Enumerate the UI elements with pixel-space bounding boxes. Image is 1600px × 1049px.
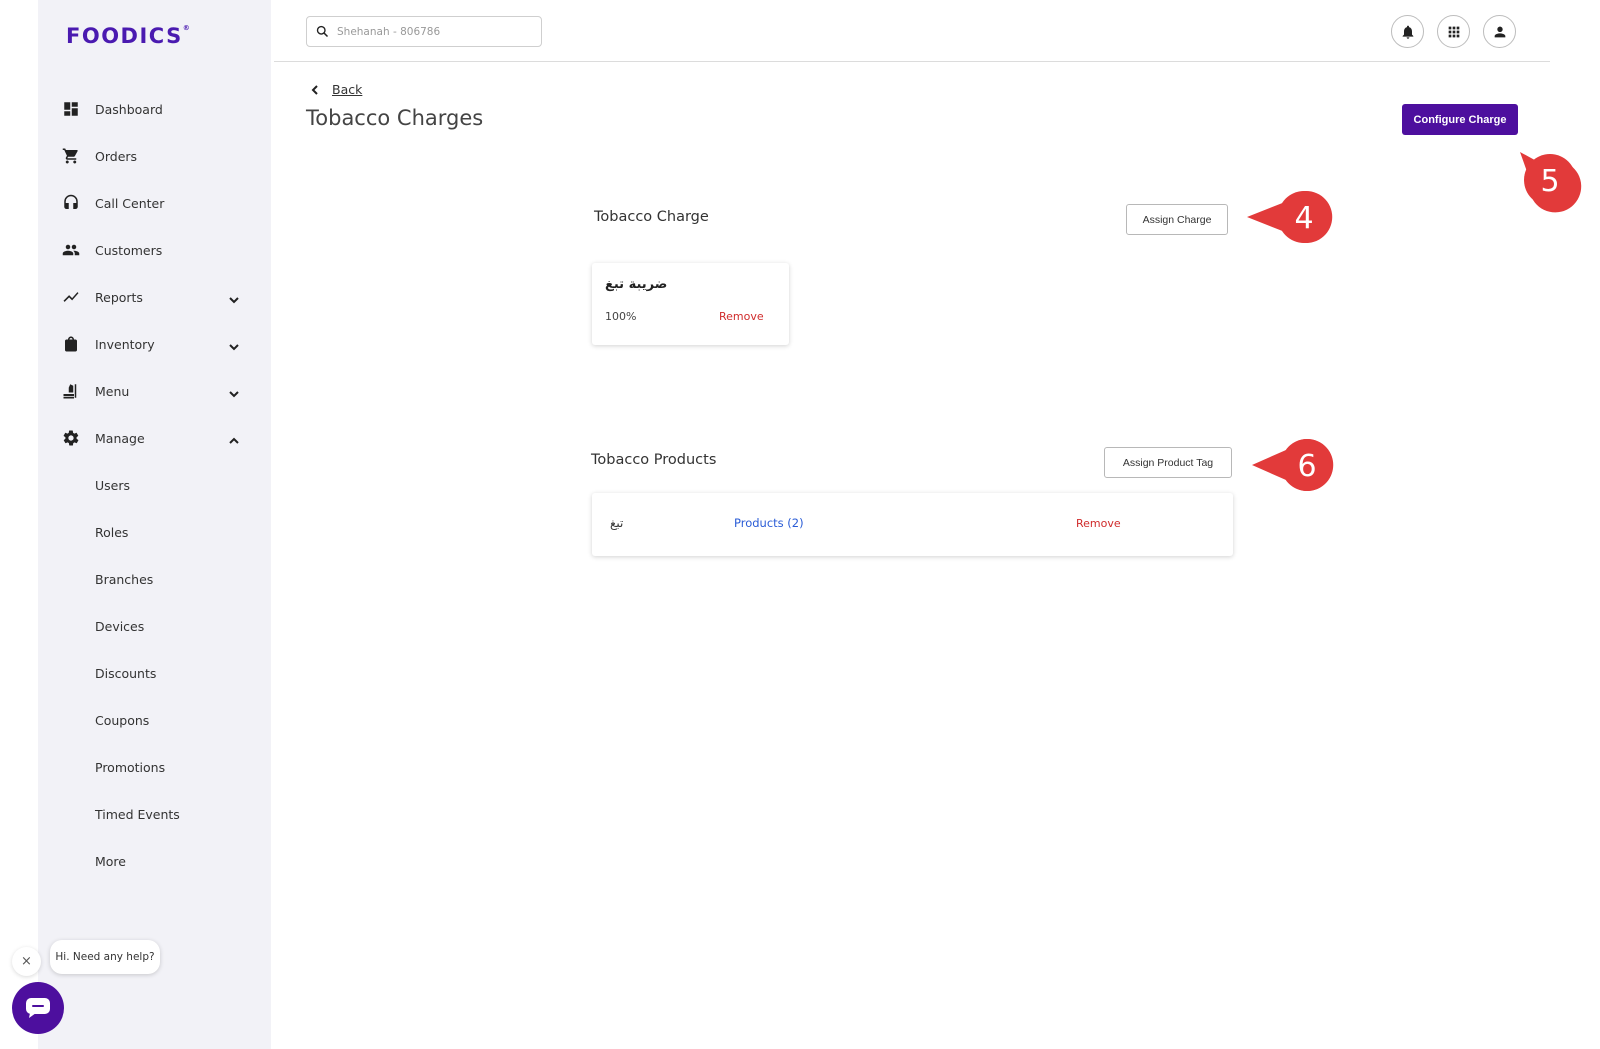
- menu-food-icon: [62, 382, 80, 400]
- remove-tag-button[interactable]: Remove: [1076, 517, 1121, 530]
- gear-icon: [62, 429, 80, 447]
- sidebar-item-menu[interactable]: Menu: [38, 371, 271, 411]
- chevron-left-icon: [310, 84, 320, 96]
- sidebar-item-label: Dashboard: [95, 101, 163, 117]
- products-link[interactable]: Products (2): [734, 516, 804, 530]
- sidebar-item-inventory[interactable]: Inventory: [38, 324, 271, 364]
- marker-number: 5: [1540, 164, 1559, 199]
- chat-greeting[interactable]: Hi. Need any help?: [50, 940, 160, 974]
- back-link-label[interactable]: Back: [332, 82, 362, 97]
- foodics-logo[interactable]: FOODICS®: [66, 24, 190, 48]
- sidebar-item-dashboard[interactable]: Dashboard: [38, 89, 271, 129]
- charge-value: 100%: [605, 310, 637, 323]
- sidebar-item-label: Discounts: [95, 665, 157, 681]
- dashboard-icon: [62, 100, 80, 118]
- header-divider: [274, 61, 1550, 62]
- search-input[interactable]: Shehanah - 806786: [306, 16, 542, 47]
- sidebar-item-promotions[interactable]: Promotions: [38, 747, 271, 787]
- sidebar-item-label: Coupons: [95, 712, 150, 728]
- bag-icon: [62, 335, 80, 353]
- annotation-marker-6: 6: [1250, 437, 1340, 497]
- product-tag-row: تبغ Products (2) Remove: [592, 493, 1233, 556]
- sidebar-item-label: Menu: [95, 383, 130, 399]
- back-link[interactable]: Back: [310, 82, 362, 97]
- sidebar-item-label: Devices: [95, 618, 145, 634]
- notifications-button[interactable]: [1391, 15, 1424, 48]
- sidebar: FOODICS® Dashboard Orders Call Center Cu…: [38, 0, 271, 1049]
- chevron-up-icon: [228, 432, 240, 444]
- sidebar-item-label: Call Center: [95, 195, 165, 211]
- search-placeholder: Shehanah - 806786: [337, 25, 441, 38]
- sidebar-item-label: Timed Events: [95, 806, 180, 822]
- apps-button[interactable]: [1437, 15, 1470, 48]
- assign-charge-button[interactable]: Assign Charge: [1126, 204, 1228, 235]
- people-icon: [62, 241, 80, 259]
- sidebar-item-discounts[interactable]: Discounts: [38, 653, 271, 693]
- remove-charge-button[interactable]: Remove: [719, 310, 764, 323]
- sidebar-item-label: Reports: [95, 289, 143, 305]
- chevron-down-icon: [228, 291, 240, 304]
- chat-icon: [26, 998, 50, 1018]
- sidebar-item-branches[interactable]: Branches: [38, 559, 271, 599]
- sidebar-item-label: Customers: [95, 242, 163, 258]
- sidebar-item-label: Users: [95, 477, 131, 493]
- chat-launcher-button[interactable]: [12, 982, 64, 1034]
- sidebar-item-customers[interactable]: Customers: [38, 230, 271, 270]
- tag-name: تبغ: [610, 516, 624, 530]
- chat-close-button[interactable]: ×: [12, 947, 41, 976]
- sidebar-item-label: Manage: [95, 430, 145, 446]
- bell-icon: [1402, 25, 1413, 39]
- sidebar-item-label: Branches: [95, 571, 154, 587]
- sidebar-item-orders[interactable]: Orders: [38, 136, 271, 176]
- sidebar-item-roles[interactable]: Roles: [38, 512, 271, 552]
- sidebar-item-label: Roles: [95, 524, 129, 540]
- sidebar-item-label: More: [95, 853, 126, 869]
- cart-icon: [62, 147, 80, 165]
- marker-number: 4: [1294, 201, 1313, 236]
- sidebar-item-manage[interactable]: Manage: [38, 418, 271, 458]
- configure-charge-button[interactable]: Configure Charge: [1402, 104, 1518, 135]
- page-title: Tobacco Charges: [306, 106, 484, 130]
- apps-grid-icon: [1448, 26, 1459, 37]
- sidebar-item-timed-events[interactable]: Timed Events: [38, 794, 271, 834]
- sidebar-item-more[interactable]: More: [38, 841, 271, 881]
- logo-text: FOODICS: [66, 24, 183, 48]
- profile-button[interactable]: [1483, 15, 1516, 48]
- sidebar-item-label: Inventory: [95, 336, 155, 352]
- chevron-down-icon: [228, 385, 240, 398]
- sidebar-item-reports[interactable]: Reports: [38, 277, 271, 317]
- annotation-marker-5: 5: [1518, 150, 1582, 218]
- user-icon: [1494, 26, 1505, 37]
- marker-number: 6: [1297, 449, 1316, 484]
- headset-icon: [62, 194, 80, 212]
- tobacco-charge-title: Tobacco Charge: [594, 209, 709, 225]
- charge-name: ضريبة تبغ: [605, 277, 668, 292]
- charge-card: ضريبة تبغ 100% Remove: [592, 263, 789, 345]
- sidebar-item-label: Promotions: [95, 759, 166, 775]
- sidebar-item-devices[interactable]: Devices: [38, 606, 271, 646]
- sidebar-item-call-center[interactable]: Call Center: [38, 183, 271, 223]
- sidebar-item-label: Orders: [95, 148, 138, 164]
- chevron-down-icon: [228, 338, 240, 351]
- tobacco-products-title: Tobacco Products: [591, 452, 717, 468]
- sidebar-item-coupons[interactable]: Coupons: [38, 700, 271, 740]
- trend-icon: [62, 288, 80, 306]
- assign-product-tag-button[interactable]: Assign Product Tag: [1104, 447, 1232, 478]
- sidebar-item-users[interactable]: Users: [38, 465, 271, 505]
- search-icon: [316, 25, 329, 38]
- annotation-marker-4: 4: [1245, 190, 1335, 250]
